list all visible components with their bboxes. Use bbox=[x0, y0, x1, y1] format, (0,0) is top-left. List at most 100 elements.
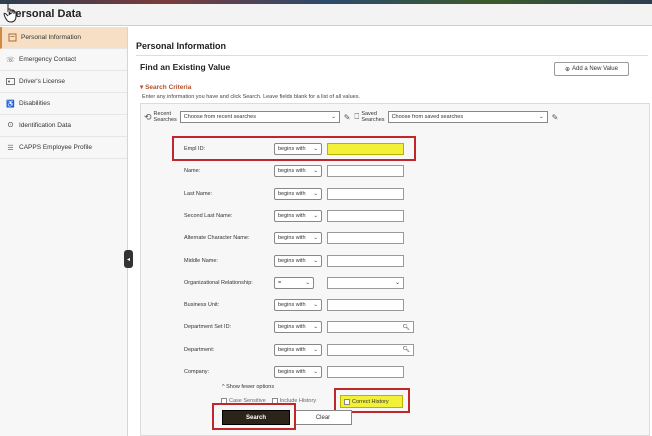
operator-value: begins with bbox=[278, 346, 306, 353]
operator-select[interactable]: begins with ⌄ bbox=[274, 232, 322, 245]
chevron-down-icon: ⌄ bbox=[313, 212, 318, 219]
operator-value: = bbox=[278, 279, 282, 286]
edit-pencil-icon[interactable]: ✎ bbox=[344, 113, 351, 122]
sidebar-item-label: Personal Information bbox=[21, 34, 81, 41]
saved-searches-label: Saved Searches bbox=[361, 111, 385, 123]
chevron-down-icon: ⌄ bbox=[538, 114, 544, 120]
field-row: Department: begins with ⌄ 🔍︎ bbox=[184, 343, 414, 357]
chevron-down-icon: ⌄ bbox=[331, 114, 336, 120]
search-icon[interactable]: 🔍︎ bbox=[402, 324, 410, 331]
field-row: Alternate Character Name: begins with ⌄ bbox=[184, 231, 404, 245]
sidebar-item-label: Identification Data bbox=[19, 122, 72, 129]
value-input[interactable] bbox=[327, 254, 404, 267]
divider bbox=[136, 55, 648, 56]
operator-select[interactable]: begins with ⌄ bbox=[274, 187, 322, 200]
clear-button[interactable]: Clear bbox=[294, 410, 352, 425]
value-input[interactable] bbox=[327, 299, 404, 312]
search-icon[interactable]: 🔍︎ bbox=[402, 346, 410, 353]
operator-select[interactable]: = ⌄ bbox=[274, 276, 314, 289]
sidebar-collapse-handle[interactable]: ◂ bbox=[124, 250, 133, 268]
saved-searches-select[interactable]: Choose from saved searches ⌄ bbox=[387, 111, 548, 123]
field-row: Company: begins with ⌄ bbox=[184, 365, 404, 379]
operator-value: begins with bbox=[278, 369, 306, 375]
operator-select[interactable]: begins with ⌄ bbox=[274, 299, 322, 312]
operator-select[interactable]: begins with ⌄ bbox=[274, 343, 322, 356]
value-input[interactable] bbox=[327, 187, 404, 200]
sidebar: Personal Information ☏ Emergency Contact… bbox=[0, 27, 128, 436]
edit-pencil-icon[interactable]: ✎ bbox=[552, 113, 559, 122]
sidebar-item-capps-employee-profile[interactable]: ☰ CAPPS Employee Profile bbox=[0, 137, 127, 159]
operator-value: begins with bbox=[278, 168, 306, 175]
operator-select[interactable]: begins with ⌄ bbox=[274, 254, 322, 267]
chevron-down-icon: ⌄ bbox=[394, 280, 400, 287]
recent-searches-select[interactable]: Choose from recent searches ⌄ bbox=[179, 111, 340, 123]
value-input[interactable] bbox=[327, 232, 404, 245]
value-input[interactable] bbox=[327, 165, 404, 178]
page-header: Personal Data bbox=[0, 4, 652, 26]
chevron-down-icon: ⌄ bbox=[305, 279, 310, 286]
show-fewer-label: Show fewer options bbox=[226, 384, 275, 390]
field-label: Business Unit: bbox=[184, 302, 220, 309]
sidebar-item-identification-data[interactable]: ʘ Identification Data bbox=[0, 115, 127, 137]
search-button-callout bbox=[212, 403, 296, 430]
field-row: Middle Name: begins with ⌄ bbox=[184, 254, 404, 268]
value-select[interactable]: ⌄ bbox=[327, 276, 404, 289]
field-label: Name: bbox=[184, 168, 201, 175]
field-label: Department: bbox=[184, 346, 215, 353]
document-icon bbox=[8, 33, 17, 42]
field-label: Last Name: bbox=[184, 190, 213, 197]
operator-select[interactable]: begins with ⌄ bbox=[274, 366, 322, 378]
saved-searches-row: ⟲ Recent Searches Choose from recent sear… bbox=[144, 108, 562, 126]
sidebar-item-drivers-license[interactable]: Driver's License bbox=[0, 71, 127, 93]
chevron-down-icon: ⌄ bbox=[313, 190, 318, 197]
operator-value: begins with bbox=[278, 190, 306, 197]
operator-select[interactable]: begins with ⌄ bbox=[274, 321, 322, 334]
operator-select[interactable]: begins with ⌄ bbox=[274, 165, 322, 178]
operator-value: begins with bbox=[278, 257, 306, 264]
value-input[interactable]: 🔍︎ bbox=[327, 321, 414, 334]
operator-value: begins with bbox=[278, 212, 306, 219]
operator-value: begins with bbox=[278, 235, 306, 242]
profile-icon: ☰ bbox=[7, 144, 14, 152]
search-criteria-toggle[interactable]: ▾ Search Criteria bbox=[140, 83, 191, 91]
plus-circle-icon: ⊕ bbox=[565, 66, 571, 73]
field-label: Department Set ID: bbox=[184, 324, 232, 331]
recent-searches-label: Recent Searches bbox=[153, 111, 177, 123]
sidebar-item-disabilities[interactable]: ♿ Disabilities bbox=[0, 93, 127, 115]
add-new-value-label: Add a New Value bbox=[572, 66, 618, 72]
id-card-icon bbox=[6, 77, 15, 86]
history-icon: ⟲ bbox=[144, 111, 152, 122]
empl-id-callout bbox=[172, 136, 416, 161]
sidebar-item-label: Driver's License bbox=[19, 78, 66, 85]
field-label: Second Last Name: bbox=[184, 212, 233, 219]
field-row: Second Last Name: begins with ⌄ bbox=[184, 209, 404, 223]
recent-searches-value: Choose from recent searches bbox=[183, 114, 256, 120]
find-existing-title: Find an Existing Value bbox=[140, 62, 231, 72]
bookmark-icon: ⎕ bbox=[354, 112, 360, 121]
value-input[interactable] bbox=[327, 366, 404, 378]
phone-icon: ☏ bbox=[6, 56, 15, 64]
chevron-down-icon: ⌄ bbox=[313, 168, 318, 175]
field-row: Department Set ID: begins with ⌄ 🔍︎ bbox=[184, 320, 414, 334]
operator-value: begins with bbox=[278, 302, 306, 309]
hand-cursor-icon bbox=[3, 3, 17, 23]
sidebar-item-personal-information[interactable]: Personal Information bbox=[0, 27, 127, 49]
field-label: Organizational Relationship: bbox=[184, 279, 253, 286]
section-title: Personal Information bbox=[136, 41, 227, 51]
value-input[interactable]: 🔍︎ bbox=[327, 343, 414, 356]
value-input[interactable] bbox=[327, 209, 404, 222]
add-new-value-button[interactable]: ⊕ Add a New Value bbox=[554, 62, 629, 76]
sidebar-item-emergency-contact[interactable]: ☏ Emergency Contact bbox=[0, 49, 127, 71]
field-label: Middle Name: bbox=[184, 257, 218, 264]
collapse-icon: ◂ bbox=[126, 256, 130, 263]
field-label: Alternate Character Name: bbox=[184, 235, 250, 242]
field-label: Company: bbox=[184, 369, 210, 375]
show-fewer-options-link[interactable]: ^ Show fewer options bbox=[222, 384, 274, 390]
operator-select[interactable]: begins with ⌄ bbox=[274, 209, 322, 222]
chevron-down-icon: ⌄ bbox=[313, 369, 318, 375]
field-row: Last Name: begins with ⌄ bbox=[184, 187, 404, 201]
sidebar-item-label: CAPPS Employee Profile bbox=[19, 144, 92, 151]
saved-searches-value: Choose from saved searches bbox=[391, 114, 464, 120]
chevron-down-icon: ⌄ bbox=[313, 302, 318, 309]
sidebar-item-label: Emergency Contact bbox=[19, 56, 77, 63]
